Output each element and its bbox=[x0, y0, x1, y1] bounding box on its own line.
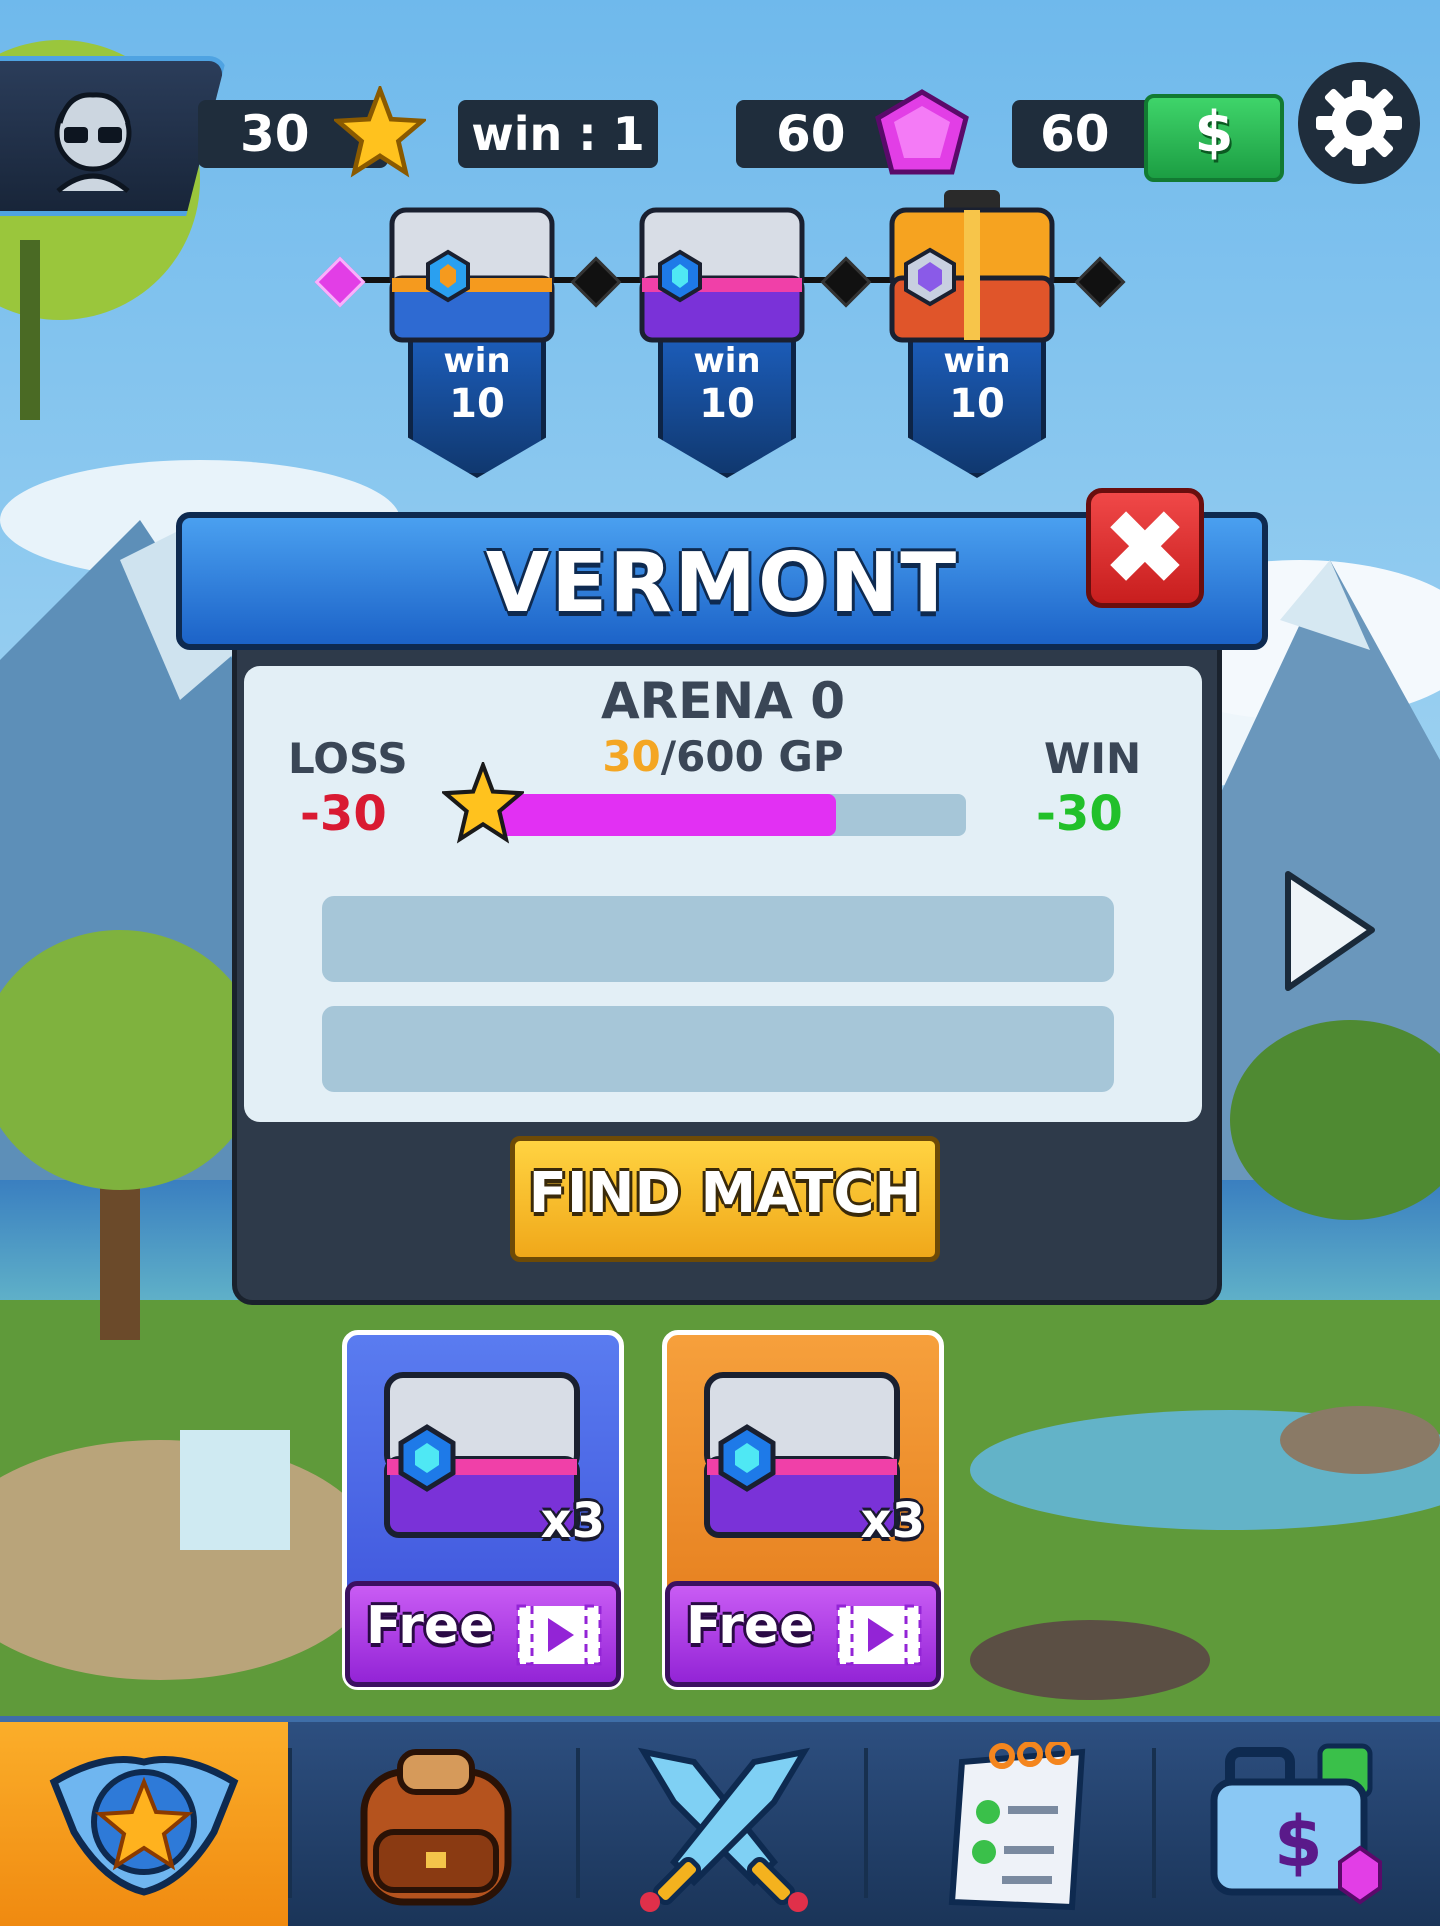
video-ad-icon bbox=[516, 1604, 602, 1666]
empty-slot bbox=[322, 896, 1114, 982]
reward-chest-2[interactable]: win 10 bbox=[634, 190, 810, 490]
free-chest-offer-2[interactable]: x3 Free bbox=[662, 1330, 944, 1690]
cash-icon[interactable]: $ bbox=[1144, 94, 1284, 182]
close-icon: ✖ bbox=[1101, 487, 1189, 609]
win-value: -30 bbox=[1036, 786, 1123, 842]
offer-multiplier: x3 bbox=[540, 1493, 605, 1549]
checklist-icon bbox=[948, 1742, 1086, 1911]
cash-value: 60 bbox=[1040, 105, 1110, 163]
gp-current: 30 bbox=[602, 732, 661, 781]
agent-avatar-icon bbox=[54, 92, 132, 193]
gems-value: 60 bbox=[776, 105, 846, 163]
silver-chest-icon bbox=[389, 207, 555, 343]
star-icon bbox=[442, 762, 524, 844]
star-badge-icon bbox=[49, 1756, 239, 1896]
arena-label: ARENA 0 bbox=[600, 672, 846, 730]
nav-inventory[interactable] bbox=[292, 1722, 580, 1926]
gear-icon bbox=[1316, 80, 1402, 166]
find-match-button[interactable]: FIND MATCH bbox=[510, 1136, 940, 1262]
close-button[interactable]: ✖ bbox=[1086, 487, 1204, 609]
nav-quests[interactable] bbox=[868, 1722, 1156, 1926]
loss-label: LOSS bbox=[288, 734, 408, 783]
win-label: WIN bbox=[1044, 734, 1142, 783]
offer-multiplier: x3 bbox=[860, 1493, 925, 1549]
gp-progress-bar bbox=[500, 794, 966, 836]
loss-value: -30 bbox=[300, 786, 387, 842]
backpack-icon bbox=[360, 1749, 512, 1906]
gp-progress-fill bbox=[500, 794, 836, 836]
dollar-symbol: $ bbox=[1194, 100, 1234, 165]
bottom-nav: $ bbox=[0, 1716, 1440, 1926]
purple-chest-icon bbox=[639, 207, 805, 343]
free-chest-offer-1[interactable]: x3 Free bbox=[342, 1330, 624, 1690]
gem-icon bbox=[875, 89, 969, 175]
stars-value: 30 bbox=[240, 105, 310, 163]
nav-home[interactable] bbox=[0, 1722, 288, 1926]
wins-counter: win : 1 bbox=[458, 100, 658, 168]
crossed-swords-icon bbox=[637, 1747, 811, 1912]
gold-chest-icon bbox=[889, 190, 1055, 343]
svg-text:$: $ bbox=[1274, 1801, 1323, 1883]
nav-shop[interactable]: $ bbox=[1156, 1722, 1440, 1926]
free-label: Free bbox=[366, 1596, 495, 1656]
free-claim-button[interactable]: Free bbox=[345, 1581, 621, 1687]
reward-chest-3[interactable]: win 10 bbox=[884, 190, 1060, 490]
gp-total: /600 GP bbox=[660, 732, 844, 781]
free-claim-button[interactable]: Free bbox=[665, 1581, 941, 1687]
cash-case-icon: $ bbox=[1210, 1743, 1382, 1905]
wins-value: win : 1 bbox=[471, 107, 645, 161]
banner-win-count: 10 bbox=[449, 381, 505, 427]
nav-battle[interactable] bbox=[580, 1722, 868, 1926]
star-icon bbox=[334, 86, 426, 178]
reward-chest-1[interactable]: win 10 bbox=[384, 190, 560, 490]
free-label: Free bbox=[686, 1596, 815, 1656]
banner-win-count: 10 bbox=[949, 381, 1005, 427]
empty-slot bbox=[322, 1006, 1114, 1092]
next-arena-arrow-icon[interactable] bbox=[1280, 866, 1380, 996]
settings-button[interactable] bbox=[1298, 62, 1420, 184]
video-ad-icon bbox=[836, 1604, 922, 1666]
banner-win-count: 10 bbox=[699, 381, 755, 427]
